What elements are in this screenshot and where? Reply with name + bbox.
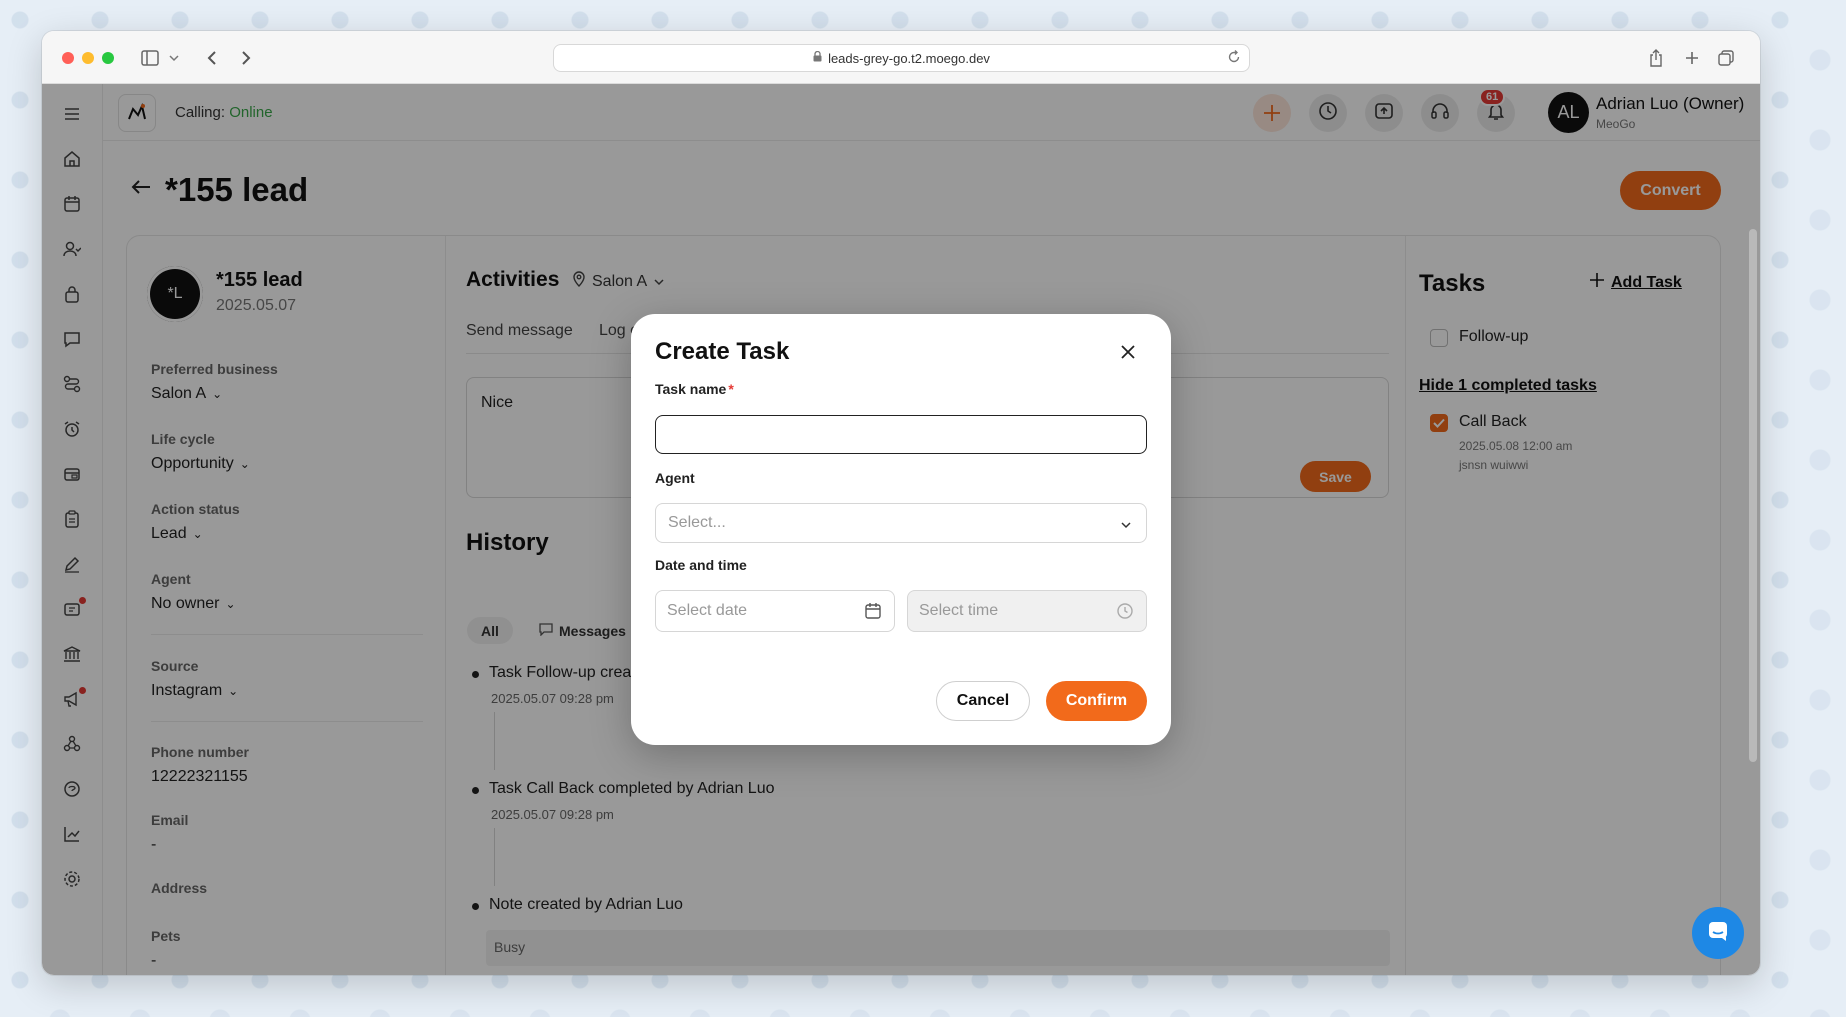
required-mark: * [728, 381, 734, 397]
task-name-label-text: Task name [655, 381, 727, 397]
clock-icon [1116, 602, 1134, 625]
chat-launcher-button[interactable] [1692, 907, 1744, 959]
forward-nav-icon[interactable] [232, 44, 260, 72]
chat-icon [1706, 919, 1730, 948]
task-name-input[interactable] [655, 415, 1147, 454]
tab-overview-icon[interactable] [1712, 44, 1740, 72]
lock-icon [813, 50, 822, 65]
task-name-label: Task name * [655, 381, 734, 397]
address-bar[interactable]: leads-grey-go.t2.moego.dev [553, 44, 1250, 72]
back-nav-icon[interactable] [198, 44, 226, 72]
chevron-down-icon [1120, 516, 1132, 534]
cancel-button[interactable]: Cancel [936, 681, 1030, 721]
agent-select-placeholder: Select... [668, 514, 726, 531]
url-text: leads-grey-go.t2.moego.dev [828, 50, 990, 66]
time-picker[interactable]: Select time [907, 590, 1147, 632]
new-tab-icon[interactable] [1678, 44, 1706, 72]
time-placeholder: Select time [919, 602, 999, 619]
sidebar-toggle-icon[interactable] [136, 44, 164, 72]
close-window-button[interactable] [62, 52, 74, 64]
browser-toolbar: leads-grey-go.t2.moego.dev [42, 31, 1760, 84]
maximize-window-button[interactable] [102, 52, 114, 64]
share-icon[interactable] [1642, 44, 1670, 72]
modal-title: Create Task [655, 338, 790, 365]
calendar-icon [864, 602, 882, 625]
datetime-label: Date and time [655, 557, 747, 573]
chevron-down-icon[interactable] [166, 44, 182, 72]
agent-select[interactable]: Select... [655, 503, 1147, 543]
reload-icon[interactable] [1227, 50, 1241, 67]
agent-field-label: Agent [655, 470, 695, 486]
close-icon[interactable] [1116, 340, 1140, 364]
confirm-button[interactable]: Confirm [1046, 681, 1147, 721]
page-scrollbar[interactable] [1749, 229, 1757, 762]
minimize-window-button[interactable] [82, 52, 94, 64]
create-task-modal: Create Task Task name * Agent Select... D… [631, 314, 1171, 745]
date-picker[interactable]: Select date [655, 590, 895, 632]
date-placeholder: Select date [667, 602, 748, 619]
